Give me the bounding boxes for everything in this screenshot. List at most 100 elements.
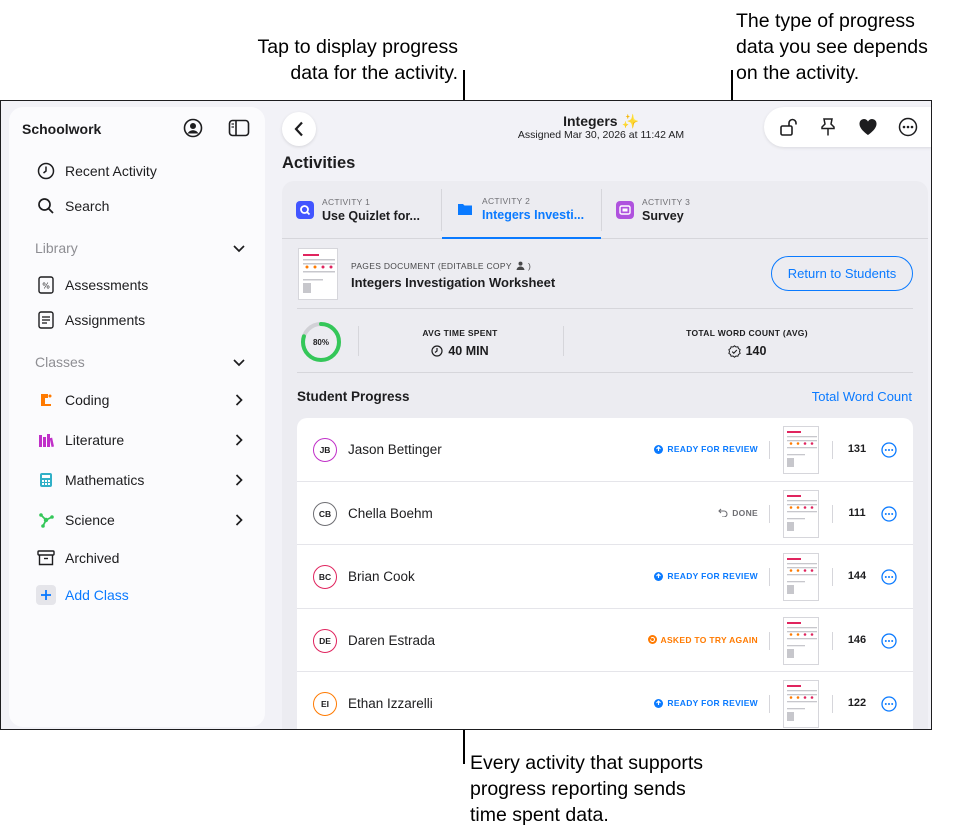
- callout-tap-display: Tap to display progress data for the act…: [238, 34, 458, 86]
- sidebar-item-recent-activity[interactable]: Recent Activity: [36, 158, 245, 184]
- avatar: BC: [313, 565, 337, 589]
- unlock-icon[interactable]: [776, 115, 800, 139]
- divider: [358, 326, 359, 356]
- callout-every-activity: Every activity that supports progress re…: [470, 750, 770, 828]
- account-icon[interactable]: [182, 117, 204, 139]
- tab-label: Integers Investi...: [482, 208, 585, 222]
- checkmark-seal-icon: [727, 344, 741, 358]
- more-icon[interactable]: [896, 115, 920, 139]
- work-thumbnail[interactable]: [783, 680, 819, 728]
- avatar: DE: [313, 628, 337, 653]
- sidebar: Schoolwork Recent Activity Search Librar…: [9, 107, 265, 727]
- word-count-label: TOTAL WORD COUNT (AVG): [686, 328, 808, 338]
- ipad-screen: Schoolwork Recent Activity Search Librar…: [0, 100, 932, 730]
- status-text: READY FOR REVIEW: [667, 444, 758, 454]
- search-icon: [36, 196, 56, 216]
- sidebar-item-assignments[interactable]: Assignments: [36, 307, 245, 333]
- student-row[interactable]: EI Ethan Izzarelli READY FOR REVIEW 122: [297, 672, 913, 729]
- chevron-right-icon: [233, 474, 245, 486]
- clock-icon: [431, 345, 443, 357]
- document-header: PAGES DOCUMENT (EDITABLE COPY ) Integers…: [297, 247, 913, 309]
- word-count-text: 140: [745, 344, 767, 358]
- pin-icon[interactable]: [816, 115, 840, 139]
- student-list: JB Jason Bettinger READY FOR REVIEW 131 CB Ch…: [297, 418, 913, 729]
- activity-tabs: ACTIVITY 1 Use Quizlet for... ACTIVITY 2…: [282, 181, 928, 239]
- total-word-count-button[interactable]: Total Word Count: [812, 389, 912, 404]
- sidebar-item-label: Mathematics: [65, 472, 145, 488]
- sidebar-item-archived[interactable]: Archived: [36, 545, 245, 571]
- calculator-icon: [36, 470, 56, 490]
- sidebar-section-library[interactable]: Library: [35, 237, 245, 259]
- divider: [832, 504, 833, 523]
- retry-icon: [647, 635, 657, 644]
- sidebar-item-assessments[interactable]: % Assessments: [36, 272, 245, 298]
- tab-activity-3[interactable]: ACTIVITY 3 Survey: [602, 181, 761, 239]
- word-count: 122: [847, 697, 867, 709]
- review-icon: [654, 444, 664, 454]
- avatar-initials: BC: [318, 572, 332, 582]
- student-name: Brian Cook: [348, 569, 415, 584]
- more-options-icon[interactable]: [881, 505, 897, 522]
- callout-type-depends: The type of progress data you see depend…: [736, 8, 956, 86]
- return-to-students-button[interactable]: Return to Students: [771, 256, 913, 291]
- sidebar-item-search[interactable]: Search: [36, 193, 245, 219]
- sidebar-toggle-icon[interactable]: [228, 117, 250, 139]
- divider: [832, 695, 833, 713]
- student-row[interactable]: JB Jason Bettinger READY FOR REVIEW 131: [297, 418, 913, 482]
- toolbar: [764, 107, 931, 147]
- pages-icon: [456, 200, 474, 218]
- avatar: JB: [313, 438, 337, 462]
- tab-activity-1[interactable]: ACTIVITY 1 Use Quizlet for...: [282, 181, 441, 239]
- add-class-button[interactable]: Add Class: [36, 582, 245, 608]
- sidebar-item-label: Science: [65, 512, 115, 528]
- avatar-initials: JB: [319, 445, 331, 455]
- work-thumbnail[interactable]: [783, 426, 819, 474]
- student-name: Daren Estrada: [348, 632, 436, 648]
- sidebar-item-label: Literature: [65, 432, 125, 448]
- sidebar-item-label: Assessments: [65, 277, 149, 293]
- status-text: DONE: [732, 507, 758, 518]
- student-row[interactable]: BC Brian Cook READY FOR REVIEW 144: [297, 545, 913, 609]
- heart-icon[interactable]: [856, 115, 880, 139]
- student-row[interactable]: DE Daren Estrada ASKED TO TRY AGAIN 146: [297, 609, 913, 672]
- avatar: CB: [313, 501, 337, 526]
- completion-ring: 80%: [301, 322, 341, 362]
- status-badge: READY FOR REVIEW: [654, 444, 758, 454]
- callout-line-2: data you see depends: [736, 36, 928, 58]
- clock-icon: [36, 161, 56, 181]
- sidebar-item-science[interactable]: Science: [36, 507, 245, 533]
- archive-icon: [36, 548, 56, 568]
- add-class-label: Add Class: [65, 587, 129, 603]
- status-text: ASKED TO TRY AGAIN: [660, 634, 758, 645]
- chevron-right-icon: [233, 514, 245, 526]
- section-label: Classes: [35, 354, 85, 370]
- sidebar-item-label: Coding: [65, 392, 110, 408]
- divider: [769, 504, 770, 523]
- tab-kicker: ACTIVITY 2: [482, 196, 531, 206]
- sidebar-item-literature[interactable]: Literature: [36, 427, 245, 453]
- quizlet-icon: [296, 201, 314, 219]
- more-options-icon[interactable]: [881, 632, 897, 649]
- more-options-icon[interactable]: [881, 442, 897, 458]
- page-subtitle: Assigned Mar 30, 2026 at 11:42 AM: [517, 129, 685, 141]
- sidebar-item-coding[interactable]: Coding: [36, 387, 245, 413]
- review-icon: [654, 698, 664, 708]
- survey-icon: [616, 201, 634, 219]
- work-thumbnail[interactable]: [783, 616, 819, 665]
- more-options-icon[interactable]: [881, 696, 897, 712]
- document-type: PAGES DOCUMENT (EDITABLE COPY ): [351, 261, 531, 271]
- assessment-icon: %: [36, 275, 56, 295]
- avg-time-label: AVG TIME SPENT: [422, 328, 498, 338]
- more-options-icon[interactable]: [881, 569, 897, 585]
- document-thumbnail[interactable]: [298, 248, 338, 300]
- sidebar-section-classes[interactable]: Classes: [35, 351, 245, 373]
- chevron-right-icon: [233, 394, 245, 406]
- callout-line-2: progress reporting sends: [470, 778, 686, 800]
- sidebar-item-mathematics[interactable]: Mathematics: [36, 467, 245, 493]
- back-button[interactable]: [282, 112, 316, 146]
- work-thumbnail[interactable]: [783, 553, 819, 601]
- work-thumbnail[interactable]: [783, 489, 819, 538]
- student-row[interactable]: CB Chella Boehm DONE 111: [297, 482, 913, 545]
- document-type-label: PAGES DOCUMENT (EDITABLE COPY: [351, 261, 512, 271]
- tab-activity-2[interactable]: ACTIVITY 2 Integers Investi...: [442, 181, 601, 239]
